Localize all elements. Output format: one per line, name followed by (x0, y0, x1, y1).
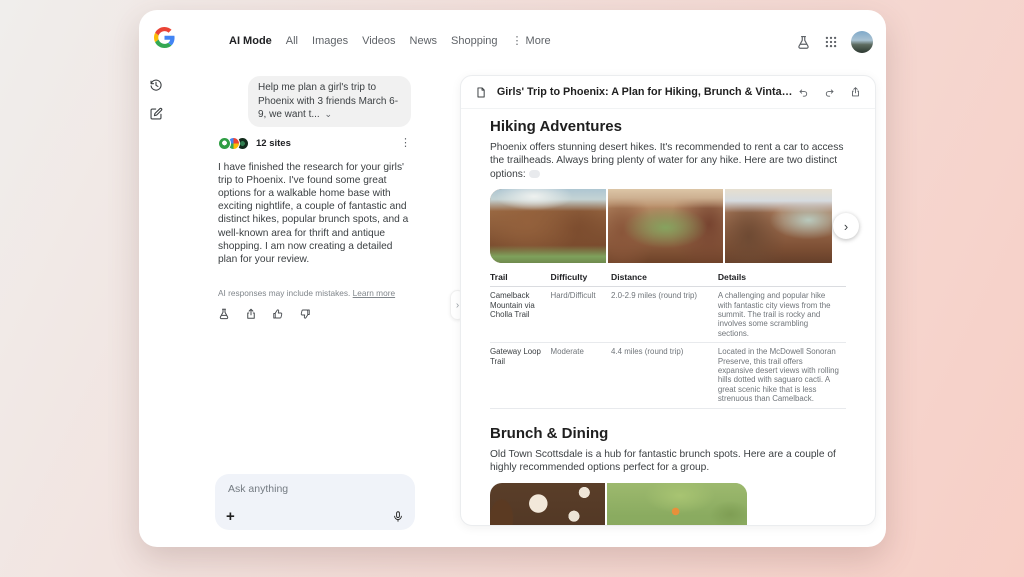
hiking-photo-3[interactable] (725, 189, 832, 263)
tab-ai-mode[interactable]: AI Mode (229, 35, 272, 47)
brunch-heading: Brunch & Dining (490, 425, 846, 442)
apps-grid-icon[interactable] (824, 35, 838, 49)
cell-trail: Camelback Mountain via Cholla Trail (490, 287, 551, 343)
plan-document-panel: Girls' Trip to Phoenix: A Plan for Hikin… (460, 75, 876, 526)
tab-more[interactable]: ⋮ More (512, 34, 551, 47)
ask-input[interactable] (228, 483, 400, 495)
ai-disclaimer: AI responses may include mistakes. Learn… (218, 288, 411, 298)
mic-icon[interactable] (392, 509, 404, 524)
chevron-down-icon[interactable]: ⌄ (324, 109, 332, 119)
cell-difficulty: Moderate (551, 343, 612, 408)
cell-details: A challenging and popular hike with fant… (718, 287, 846, 343)
labs-feedback-icon[interactable] (218, 308, 230, 320)
learn-more-link[interactable]: Learn more (353, 288, 395, 298)
ask-anything-box[interactable]: + (215, 474, 415, 530)
response-actions (218, 308, 411, 320)
tab-shopping[interactable]: Shopping (451, 35, 498, 47)
hiking-image-carousel: › (490, 189, 846, 263)
user-query-bubble[interactable]: Help me plan a girl's trip to Phoenix wi… (248, 76, 411, 127)
col-trail: Trail (490, 268, 551, 287)
hiking-table: Trail Difficulty Distance Details Camelb… (490, 268, 846, 408)
cell-distance: 2.0-2.9 miles (round trip) (611, 287, 718, 343)
chat-thread: Help me plan a girl's trip to Phoenix wi… (218, 76, 411, 320)
brunch-image-strip (490, 483, 747, 526)
thumbs-down-icon[interactable] (299, 308, 311, 320)
tab-all[interactable]: All (286, 35, 298, 47)
avatar[interactable] (851, 31, 873, 53)
col-details: Details (718, 268, 846, 287)
tab-images[interactable]: Images (312, 35, 348, 47)
brunch-photo-1[interactable] (490, 483, 605, 526)
carousel-next-button[interactable]: › (833, 213, 859, 239)
new-chat-icon[interactable] (149, 107, 163, 121)
left-rail (149, 78, 163, 121)
site-favicon-1 (218, 137, 231, 150)
labs-icon[interactable] (796, 35, 811, 50)
cell-difficulty: Hard/Difficult (551, 287, 612, 343)
hiking-body: Phoenix offers stunning desert hikes. It… (490, 141, 846, 181)
more-label: More (526, 35, 551, 47)
desktop-background: AI Mode All Images Videos News Shopping … (0, 0, 1024, 577)
hiking-image-strip (490, 189, 846, 263)
hiking-table-header-row: Trail Difficulty Distance Details (490, 268, 846, 287)
hiking-photo-1[interactable] (490, 189, 606, 263)
top-right-actions (796, 31, 873, 53)
doc-actions (798, 86, 861, 98)
thumbs-up-icon[interactable] (272, 308, 284, 320)
tab-news[interactable]: News (410, 35, 438, 47)
more-dots-icon: ⋮ (512, 34, 523, 47)
doc-title: Girls' Trip to Phoenix: A Plan for Hikin… (497, 86, 798, 98)
table-row: Camelback Mountain via Cholla Trail Hard… (490, 287, 846, 343)
add-attachment-button[interactable]: + (226, 509, 235, 524)
redo-icon[interactable] (824, 87, 835, 98)
citation-chip[interactable] (529, 170, 540, 178)
col-difficulty: Difficulty (551, 268, 612, 287)
brunch-photo-2[interactable] (607, 483, 747, 526)
sources-row: 12 sites ⋮ (218, 137, 411, 151)
search-tabs: AI Mode All Images Videos News Shopping … (229, 34, 551, 47)
hiking-photo-2[interactable] (608, 189, 723, 263)
hiking-body-text: Phoenix offers stunning desert hikes. It… (490, 142, 843, 180)
export-icon[interactable] (850, 86, 861, 98)
sites-count[interactable]: 12 sites (256, 138, 291, 149)
col-distance: Distance (611, 268, 718, 287)
google-logo[interactable] (154, 27, 175, 48)
tab-videos[interactable]: Videos (362, 35, 395, 47)
cell-distance: 4.4 miles (round trip) (611, 343, 718, 408)
doc-body: Hiking Adventures Phoenix offers stunnin… (461, 109, 875, 525)
overflow-menu-icon[interactable]: ⋮ (400, 138, 411, 149)
hiking-heading: Hiking Adventures (490, 118, 846, 135)
share-icon[interactable] (245, 308, 257, 320)
ai-response-text: I have finished the research for your gi… (218, 161, 411, 267)
cell-trail: Gateway Loop Trail (490, 343, 551, 408)
history-icon[interactable] (149, 78, 163, 92)
source-favicons[interactable] (218, 137, 249, 150)
document-icon (475, 86, 487, 99)
table-row: Gateway Loop Trail Moderate 4.4 miles (r… (490, 343, 846, 408)
browser-window: AI Mode All Images Videos News Shopping … (139, 10, 886, 547)
undo-icon[interactable] (798, 87, 809, 98)
doc-header: Girls' Trip to Phoenix: A Plan for Hikin… (461, 76, 875, 109)
brunch-body: Old Town Scottsdale is a hub for fantast… (490, 448, 846, 475)
disclaimer-text: AI responses may include mistakes. (218, 288, 353, 298)
cell-details: Located in the McDowell Sonoran Preserve… (718, 343, 846, 408)
